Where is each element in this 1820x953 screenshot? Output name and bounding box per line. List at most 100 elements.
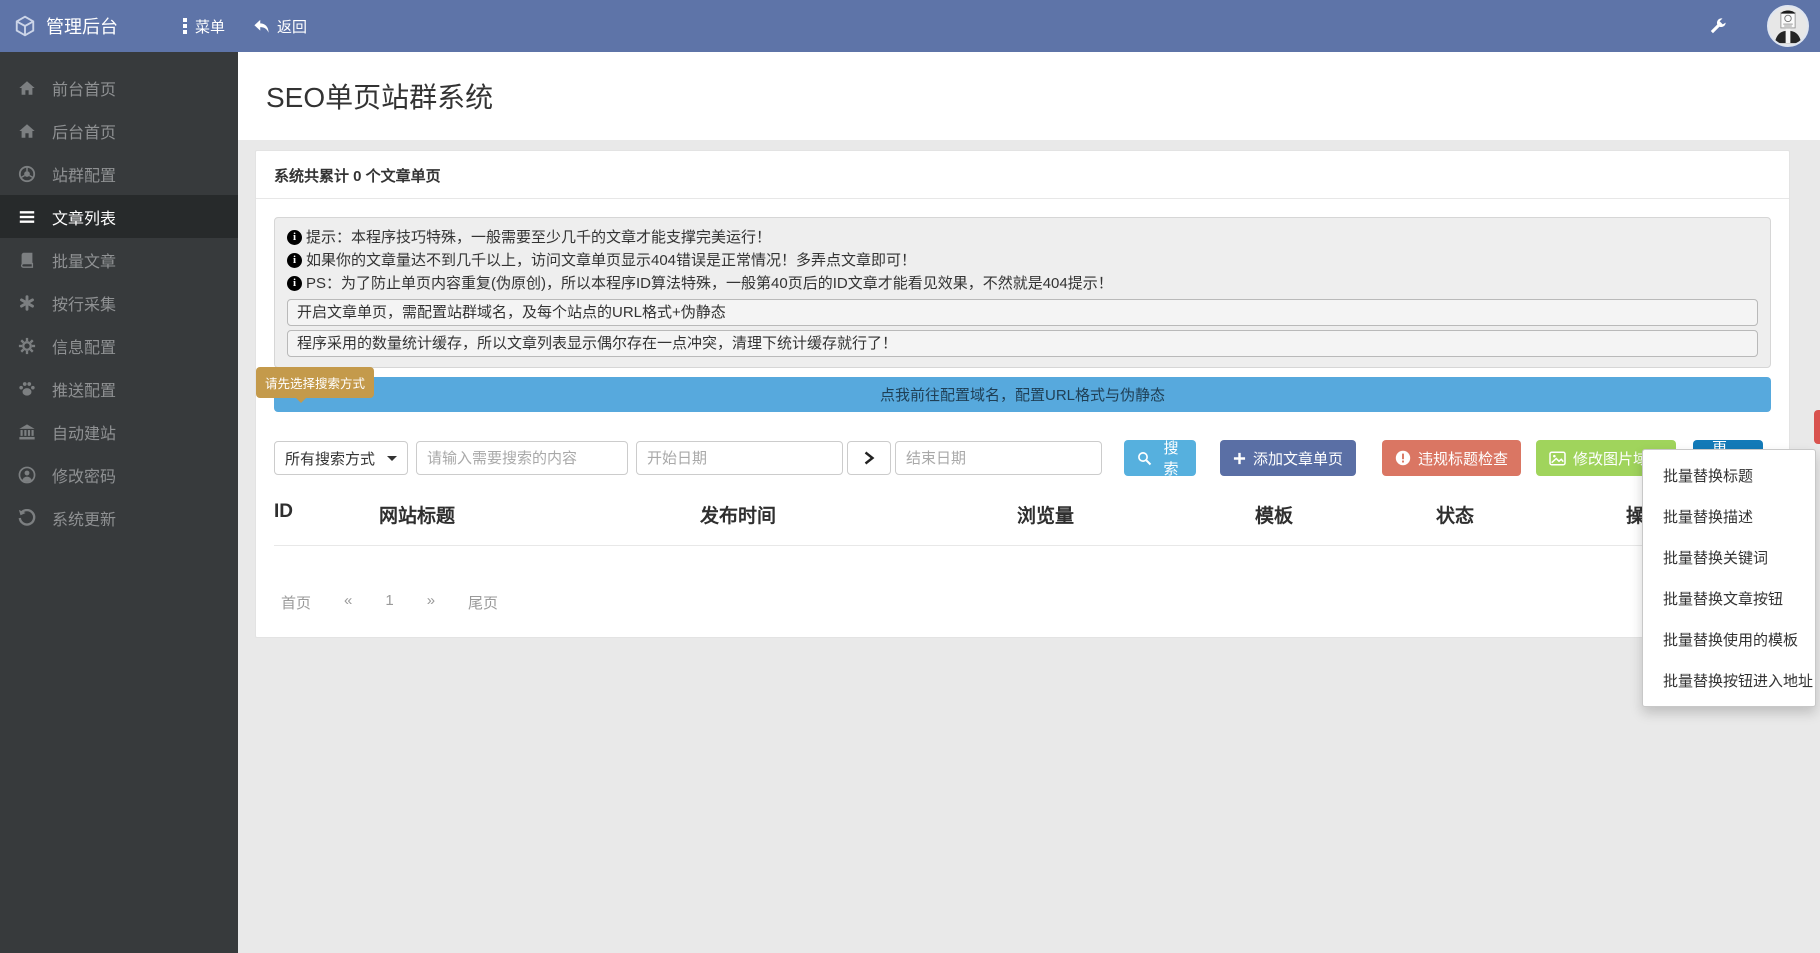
- dropdown-item-replace-article-button[interactable]: 批量替换文章按钮: [1643, 578, 1815, 619]
- sidebar-item-auto-build[interactable]: 自动建站: [0, 410, 238, 453]
- column-header-template: 模板: [1255, 501, 1436, 528]
- pagination-first[interactable]: 首页: [281, 592, 311, 613]
- table-header-row: ID 网站标题 发布时间 浏览量 模板 状态 操作: [274, 501, 1771, 546]
- tip-line: i 如果你的文章量达不到几千以上，访问文章单页显示404错误是正常情况！多弄点文…: [287, 249, 1758, 272]
- sidebar-item-label: 信息配置: [52, 334, 116, 358]
- brand-title: 管理后台: [46, 13, 118, 39]
- column-header-publish-time: 发布时间: [700, 501, 1017, 528]
- tip-text: 如果你的文章量达不到几千以上，访问文章单页显示404错误是正常情况！多弄点文章即…: [306, 249, 916, 272]
- sidebar-item-system-update[interactable]: 系统更新: [0, 496, 238, 539]
- dropdown-item-replace-description[interactable]: 批量替换描述: [1643, 496, 1815, 537]
- sidebar-item-label: 自动建站: [52, 420, 116, 444]
- column-header-status: 状态: [1436, 501, 1626, 528]
- paw-icon: [17, 379, 37, 399]
- bank-icon: [17, 422, 37, 442]
- column-header-title: 网站标题: [379, 501, 700, 528]
- article-panel: 系统共累计 0 个文章单页 i 提示：本程序技巧特殊，一般需要至少几千的文章才能…: [255, 150, 1790, 638]
- asterisk-icon: [17, 293, 37, 313]
- sidebar: 前台首页 后台首页 站群配置 文章列表 批量文章 按行采集 信息配置 推送配置: [0, 52, 238, 953]
- pagination-next[interactable]: »: [427, 592, 435, 613]
- pagination-prev[interactable]: «: [344, 592, 352, 613]
- sidebar-item-label: 后台首页: [52, 119, 116, 143]
- page-title: SEO单页站群系统: [266, 76, 1820, 116]
- date-range-separator: [847, 441, 891, 475]
- search-mode-value: 所有搜索方式: [285, 448, 375, 469]
- stat-bar: 系统共累计 0 个文章单页: [256, 151, 1789, 199]
- chevron-right-icon: [863, 451, 875, 465]
- book-icon: [17, 250, 37, 270]
- image-icon: [1549, 451, 1566, 466]
- plus-icon: [1233, 452, 1246, 465]
- info-icon: i: [287, 253, 302, 268]
- sidebar-item-change-password[interactable]: 修改密码: [0, 453, 238, 496]
- exclamation-circle-icon: [1395, 450, 1411, 466]
- back-arrow-icon: [253, 19, 270, 34]
- back-link[interactable]: 返回: [253, 16, 307, 37]
- overflow-button-sliver[interactable]: [1814, 410, 1820, 444]
- main-content: SEO单页站群系统 系统共累计 0 个文章单页 i 提示：本程序技巧特殊，一般需…: [238, 52, 1820, 953]
- avatar[interactable]: [1767, 5, 1809, 47]
- back-label: 返回: [277, 16, 307, 37]
- sidebar-item-label: 修改密码: [52, 463, 116, 487]
- tip-text: PS：为了防止单页内容重复(伪原创)，所以本程序ID算法特殊，一般第40页后的I…: [306, 272, 1113, 295]
- search-keyword-input[interactable]: [416, 441, 628, 475]
- sidebar-item-batch-articles[interactable]: 批量文章: [0, 238, 238, 281]
- sidebar-item-article-list[interactable]: 文章列表: [0, 195, 238, 238]
- start-date-input[interactable]: [636, 441, 843, 475]
- page-header: SEO单页站群系统: [238, 52, 1820, 140]
- user-circle-icon: [17, 465, 37, 485]
- sidebar-item-push-config[interactable]: 推送配置: [0, 367, 238, 410]
- sidebar-item-admin-home[interactable]: 后台首页: [0, 109, 238, 152]
- title-check-button[interactable]: 违规标题检查: [1382, 440, 1521, 476]
- sidebar-item-label: 前台首页: [52, 76, 116, 100]
- info-icon: i: [287, 276, 302, 291]
- pagination-page-1[interactable]: 1: [385, 592, 393, 613]
- vertical-dots-icon: [182, 18, 188, 34]
- pagination: 首页 « 1 » 尾页: [274, 592, 1771, 619]
- tooltip-arrow: [296, 398, 306, 403]
- menu-label: 菜单: [195, 16, 225, 37]
- home-icon: [17, 121, 37, 141]
- sidebar-item-front-home[interactable]: 前台首页: [0, 66, 238, 109]
- dropdown-item-replace-keywords[interactable]: 批量替换关键词: [1643, 537, 1815, 578]
- tip-text: 提示：本程序技巧特殊，一般需要至少几千的文章才能支撑完美运行！: [306, 226, 771, 249]
- dropdown-item-replace-title[interactable]: 批量替换标题: [1643, 455, 1815, 496]
- sidebar-item-label: 文章列表: [52, 205, 116, 229]
- search-button[interactable]: 搜索: [1124, 440, 1196, 476]
- search-mode-select[interactable]: 所有搜索方式: [274, 441, 408, 475]
- sidebar-item-line-collect[interactable]: 按行采集: [0, 281, 238, 324]
- globe-icon: [17, 164, 37, 184]
- tip-note-box: 程序采用的数量统计缓存，所以文章列表显示偶尔存在一点冲突，清理下统计缓存就行了！: [287, 330, 1758, 357]
- cube-logo-icon: [14, 15, 36, 37]
- sidebar-item-cluster-config[interactable]: 站群配置: [0, 152, 238, 195]
- sidebar-item-label: 按行采集: [52, 291, 116, 315]
- search-toolbar: 所有搜索方式 搜索 添加文章单页: [274, 440, 1771, 476]
- dropdown-item-replace-button-url[interactable]: 批量替换按钮进入地址: [1643, 660, 1815, 701]
- end-date-input[interactable]: [895, 441, 1102, 475]
- tip-line: i 提示：本程序技巧特殊，一般需要至少几千的文章才能支撑完美运行！: [287, 226, 1758, 249]
- sidebar-item-label: 系统更新: [52, 506, 116, 530]
- sidebar-item-label: 站群配置: [52, 162, 116, 186]
- add-article-button[interactable]: 添加文章单页: [1220, 440, 1356, 476]
- search-mode-tooltip: 请先选择搜索方式: [256, 367, 374, 398]
- sidebar-item-label: 推送配置: [52, 377, 116, 401]
- wrench-icon[interactable]: [1709, 17, 1727, 35]
- sidebar-item-label: 批量文章: [52, 248, 116, 272]
- column-header-id: ID: [274, 501, 379, 528]
- top-navbar: 管理后台 菜单 返回: [0, 0, 1820, 52]
- dropdown-item-replace-template[interactable]: 批量替换使用的模板: [1643, 619, 1815, 660]
- tip-note-box: 开启文章单页，需配置站群域名，及每个站点的URL格式+伪静态: [287, 299, 1758, 326]
- more-dropdown-menu: 批量替换标题 批量替换描述 批量替换关键词 批量替换文章按钮 批量替换使用的模板…: [1642, 449, 1816, 707]
- info-icon: i: [287, 230, 302, 245]
- search-icon: [1137, 451, 1152, 466]
- column-header-views: 浏览量: [1017, 501, 1255, 528]
- sidebar-item-info-config[interactable]: 信息配置: [0, 324, 238, 367]
- home-icon: [17, 78, 37, 98]
- pagination-last[interactable]: 尾页: [468, 592, 498, 613]
- configure-domain-banner[interactable]: 点我前往配置域名，配置URL格式与伪静态: [274, 377, 1771, 412]
- menu-toggle[interactable]: 菜单: [182, 16, 225, 37]
- list-icon: [17, 207, 37, 227]
- refresh-icon: [17, 508, 37, 528]
- tip-line: i PS：为了防止单页内容重复(伪原创)，所以本程序ID算法特殊，一般第40页后…: [287, 272, 1758, 295]
- brand[interactable]: 管理后台: [14, 13, 118, 39]
